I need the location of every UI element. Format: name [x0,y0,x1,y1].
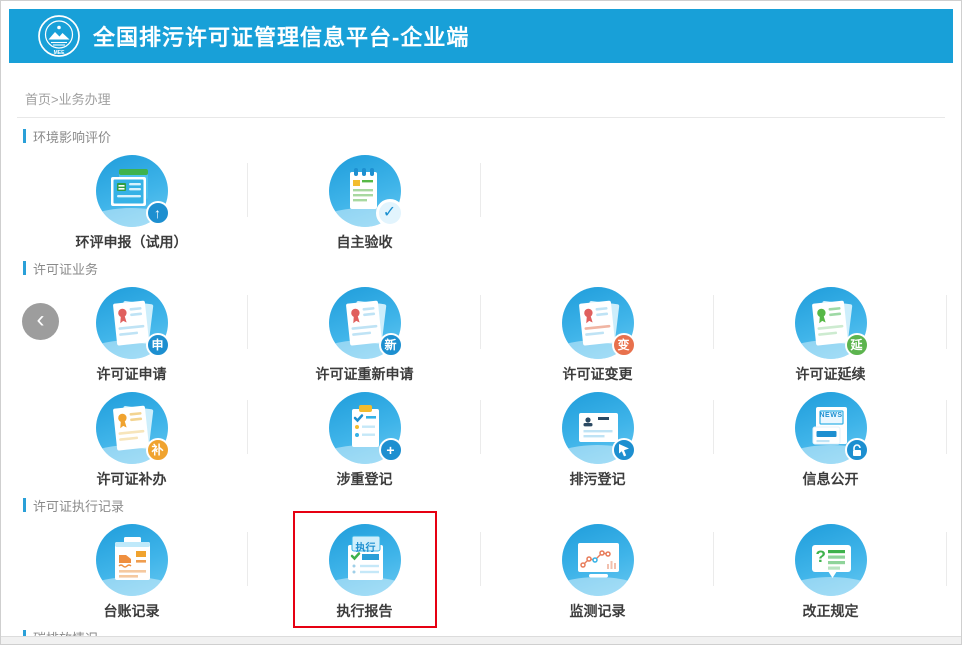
exec-tab-text: 执行 [352,539,380,554]
grid-permit: 申 许可证申请 [15,287,947,487]
item-label: 信息公开 [803,471,859,487]
grid-item-info-disclosure[interactable]: NEWS 信息公开 [714,392,947,487]
mee-emblem-icon: MEE [37,14,81,58]
item-label: 许可证申请 [97,366,167,382]
ledger-art [96,524,168,596]
section-bar [23,498,26,512]
exec-report-art [329,524,401,596]
exec-report-icon: 执行 [329,524,401,596]
logo-text: MEE [54,50,66,56]
page-title: 全国排污许可证管理信息平台-企业端 [93,20,469,52]
certificate-icon: 延 [795,287,867,359]
plus-badge-icon: + [379,438,403,462]
section-title-label: 环境影响评价 [33,127,111,146]
grid-item-heavy-metal-register[interactable]: + 涉重登记 [248,392,481,487]
chevron-left-icon[interactable]: ‹ [22,303,59,340]
sections-wrap: 环境影响评价 [9,128,953,637]
item-label: 环评申报（试用） [76,234,188,250]
grid-item-permit-reapply[interactable]: 新 许可证重新申请 [248,287,481,382]
certificate-icon: 变 [562,287,634,359]
main-content: 首页>业务办理 环境影响评价 [9,63,953,636]
grid-item-discharge-register[interactable]: 排污登记 [481,392,714,487]
item-label: 自主验收 [337,234,393,250]
news-text: NEWS [820,412,843,419]
grid-item-monitoring-records[interactable]: 监测记录 [481,524,714,619]
item-label: 台账记录 [104,603,160,619]
certificate-icon: 申 [96,287,168,359]
reapply-badge: 新 [379,333,403,357]
grid-item-permit-replace[interactable]: 补 许可证补办 [15,392,248,487]
section-bar [23,261,26,275]
app-header: MEE 全国排污许可证管理信息平台-企业端 [9,9,953,63]
app-window: MEE 全国排污许可证管理信息平台-企业端 首页>业务办理 环境影响评价 [0,0,962,645]
item-label: 许可证变更 [563,366,633,382]
change-badge: 变 [612,333,636,357]
ledger-discharge-icon [96,524,168,596]
notepad-check-icon: ✓ [329,155,401,227]
grid-exec-records: 台账记录 [15,524,947,619]
question-mark-text: ? [816,547,826,567]
monitor-chart-icon [562,524,634,596]
item-label: 许可证延续 [796,366,866,382]
apply-badge: 申 [146,333,170,357]
item-label: 改正规定 [803,603,859,619]
grid-eia: ↑ 环评申报（试用） [15,155,947,250]
grid-item-permit-renew[interactable]: 延 许可证延续 [714,287,947,382]
section-bar [23,129,26,143]
pointer-badge-icon [612,438,636,462]
section-title-eia: 环境影响评价 [23,128,939,144]
item-label: 监测记录 [570,603,626,619]
grid-item-correction-rules[interactable]: ? 改正规定 [714,524,947,619]
id-card-pointer-icon [562,392,634,464]
monitor-chart-art [562,524,634,596]
clipboard-plus-icon: + [329,392,401,464]
docs-upload-icon: ↑ [96,155,168,227]
replace-badge: 补 [146,438,170,462]
grid-item-exec-report[interactable]: 执行 执行报告 [248,524,481,619]
item-label: 许可证补办 [97,471,167,487]
section-bar [23,630,26,637]
section-title-label: 许可证执行记录 [33,496,124,515]
section-title-carbon: 碳排放情况 [23,629,939,637]
section-title-label: 碳排放情况 [33,628,98,638]
section-title-exec-records: 许可证执行记录 [23,497,939,513]
item-label: 排污登记 [570,471,626,487]
section-title-label: 许可证业务 [33,259,98,278]
item-label: 许可证重新申请 [316,366,414,382]
item-label: 执行报告 [337,603,393,619]
check-badge-icon: ✓ [376,199,404,227]
question-bubble-icon: ? [795,524,867,596]
grid-item-ledger-records[interactable]: 台账记录 [15,524,248,619]
grid-item-eia-declare[interactable]: ↑ 环评申报（试用） [15,155,248,250]
page-panel: MEE 全国排污许可证管理信息平台-企业端 首页>业务办理 环境影响评价 [1,1,961,637]
certificate-icon: 补 [96,392,168,464]
certificate-icon: 新 [329,287,401,359]
unlock-badge-icon [845,438,869,462]
grid-item-self-acceptance[interactable]: ✓ 自主验收 [248,155,481,250]
upload-badge-icon: ↑ [146,201,170,225]
question-bubble-art [795,524,867,596]
news-unlock-icon: NEWS [795,392,867,464]
renew-badge: 延 [845,333,869,357]
breadcrumb[interactable]: 首页>业务办理 [17,63,945,118]
grid-item-permit-change[interactable]: 变 许可证变更 [481,287,714,382]
section-title-permit: 许可证业务 [23,260,939,276]
item-label: 涉重登记 [337,471,393,487]
